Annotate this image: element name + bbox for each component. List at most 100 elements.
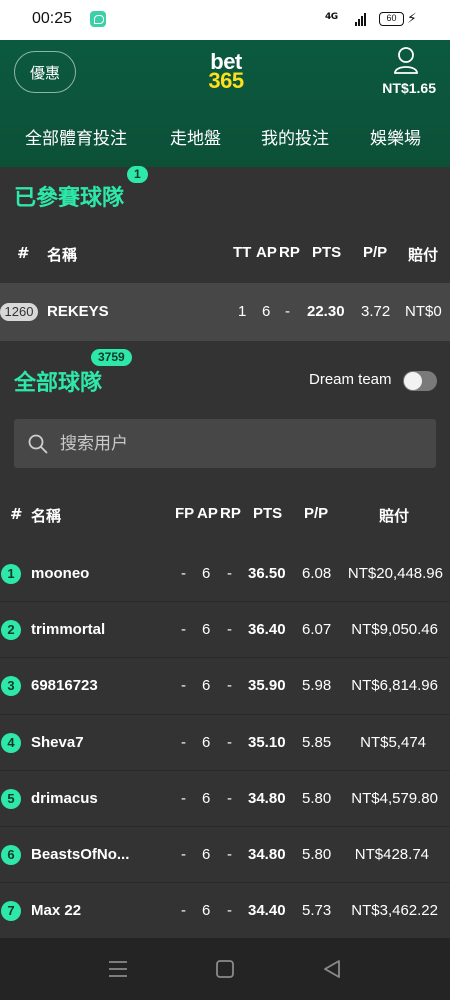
back-icon[interactable] <box>323 959 341 979</box>
team-name: mooneo <box>31 565 90 582</box>
user-icon <box>394 47 418 74</box>
logo-text-bottom: 365 <box>208 68 244 93</box>
team-payout: NT$4,579.80 <box>351 789 438 807</box>
table-row[interactable]: 7 Max 22 - 6 - 34.40 5.73 NT$3,462.22 <box>0 883 450 940</box>
all-teams-count: 3759 <box>91 349 132 366</box>
team-payout: NT$20,448.96 <box>347 565 443 582</box>
my-team-payout: NT$0 <box>405 303 442 320</box>
team-ap: 6 <box>202 565 211 582</box>
table-row[interactable]: 4 Sheva7 - 6 - 35.10 5.85 NT$5,474 <box>0 715 450 771</box>
entered-teams-title: 已參賽球隊 <box>14 186 125 211</box>
home-icon[interactable] <box>216 960 234 978</box>
team-pts: 34.40 <box>248 902 286 920</box>
col-rank: # <box>17 244 30 262</box>
nav-all-sports[interactable]: 全部體育投注 <box>25 124 127 149</box>
team-rp: - <box>227 621 232 639</box>
team-pts: 36.50 <box>248 565 286 582</box>
chat-app-icon <box>90 11 106 27</box>
table-row[interactable]: 5 drimacus - 6 - 34.80 5.80 NT$4,579.80 <box>0 771 450 827</box>
col-pts: PTS <box>312 244 342 261</box>
my-team-tt: 1 <box>238 303 247 320</box>
my-team-pts: 22.30 <box>307 303 345 320</box>
team-pts: 35.10 <box>248 733 286 751</box>
dream-team-label: Dream team <box>309 371 392 388</box>
status-time: 00:25 <box>32 10 73 27</box>
col-pts: PTS <box>253 505 283 522</box>
bet365-logo[interactable]: bet 365 <box>201 51 251 93</box>
dream-team-toggle[interactable] <box>403 371 437 391</box>
team-rp: - <box>227 677 232 695</box>
menu-icon[interactable] <box>108 960 128 978</box>
status-bar: 00:25 4G 60 ⚡ <box>0 0 450 40</box>
network-type: 4G <box>325 12 338 22</box>
rank-badge: 6 <box>1 844 21 865</box>
nav-my-bets[interactable]: 我的投注 <box>261 124 329 149</box>
promotions-button[interactable]: 優惠 <box>14 51 76 93</box>
nav-in-play[interactable]: 走地盤 <box>170 124 221 149</box>
col-ap: AP <box>256 244 277 261</box>
my-team-rp: - <box>285 303 290 320</box>
all-teams-title: 全部球隊 <box>14 371 103 396</box>
team-rp: - <box>227 565 232 582</box>
team-pts: 34.80 <box>248 789 286 807</box>
team-ap: 6 <box>202 845 211 863</box>
team-fp: - <box>181 845 186 863</box>
account-button[interactable]: NT$1.65 <box>372 46 440 98</box>
col-payout: 賠付 <box>408 246 439 264</box>
my-rank-badge: 1260 <box>0 303 38 321</box>
team-fp: - <box>181 789 186 807</box>
signal-icon <box>355 13 366 26</box>
team-fp: - <box>181 565 186 582</box>
team-payout: NT$6,814.96 <box>351 677 438 695</box>
search-box[interactable] <box>14 419 436 468</box>
team-payout: NT$9,050.46 <box>351 621 438 639</box>
team-ap: 6 <box>202 789 211 807</box>
rank-badge: 3 <box>1 676 21 697</box>
team-fp: - <box>181 677 186 695</box>
search-icon <box>28 434 48 454</box>
team-ap: 6 <box>202 677 211 695</box>
app-header: 優惠 bet 365 NT$1.65 全部體育投注 走地盤 我的投注 娛樂場 <box>0 40 450 167</box>
search-input[interactable] <box>60 419 420 468</box>
team-ap: 6 <box>202 902 211 920</box>
table-row[interactable]: 3 69816723 - 6 - 35.90 5.98 NT$6,814.96 <box>0 658 450 715</box>
table-row[interactable]: 1 mooneo - 6 - 36.50 6.08 NT$20,448.96 <box>0 546 450 603</box>
team-pp: 6.08 <box>302 565 332 582</box>
team-rp: - <box>227 733 232 751</box>
team-pts: 36.40 <box>248 621 286 639</box>
col-ap: AP <box>197 505 218 522</box>
my-team-pp: 3.72 <box>361 303 391 320</box>
rank-badge: 5 <box>1 788 21 809</box>
account-balance: NT$1.65 <box>382 80 436 96</box>
team-payout: NT$428.74 <box>354 845 429 863</box>
table-row[interactable]: 2 trimmortal - 6 - 36.40 6.07 NT$9,050.4… <box>0 602 450 659</box>
nav-casino[interactable]: 娛樂場 <box>370 124 421 149</box>
team-pp: 5.73 <box>302 902 332 920</box>
team-name: trimmortal <box>31 621 106 639</box>
table-row[interactable]: 6 BeastsOfNo... - 6 - 34.80 5.80 NT$428.… <box>0 827 450 884</box>
my-team-row[interactable]: 1260 REKEYS 1 6 - 22.30 3.72 NT$0 <box>0 283 450 341</box>
entered-teams-count: 1 <box>127 166 148 183</box>
col-tt: TT <box>233 244 252 261</box>
rank-badge: 7 <box>1 901 21 922</box>
team-name: BeastsOfNo... <box>31 845 130 863</box>
col-pp: P/P <box>304 505 329 522</box>
team-rp: - <box>227 789 232 807</box>
team-fp: - <box>181 902 186 920</box>
col-rank: # <box>10 505 23 523</box>
team-rp: - <box>227 845 232 863</box>
all-teams-list: 1 mooneo - 6 - 36.50 6.08 NT$20,448.96 2… <box>0 546 450 940</box>
battery-icon: 60 <box>379 12 404 26</box>
my-team-name: REKEYS <box>47 303 109 320</box>
team-pp: 6.07 <box>302 621 332 639</box>
my-team-ap: 6 <box>262 303 271 320</box>
col-fp: FP <box>175 505 195 522</box>
team-name: drimacus <box>31 789 98 807</box>
team-name: Max 22 <box>31 902 82 920</box>
col-name: 名稱 <box>47 246 78 264</box>
team-rp: - <box>227 902 232 920</box>
col-pp: P/P <box>363 244 388 261</box>
col-payout: 賠付 <box>379 507 410 525</box>
team-name: Sheva7 <box>31 733 84 751</box>
team-pts: 35.90 <box>248 677 286 695</box>
